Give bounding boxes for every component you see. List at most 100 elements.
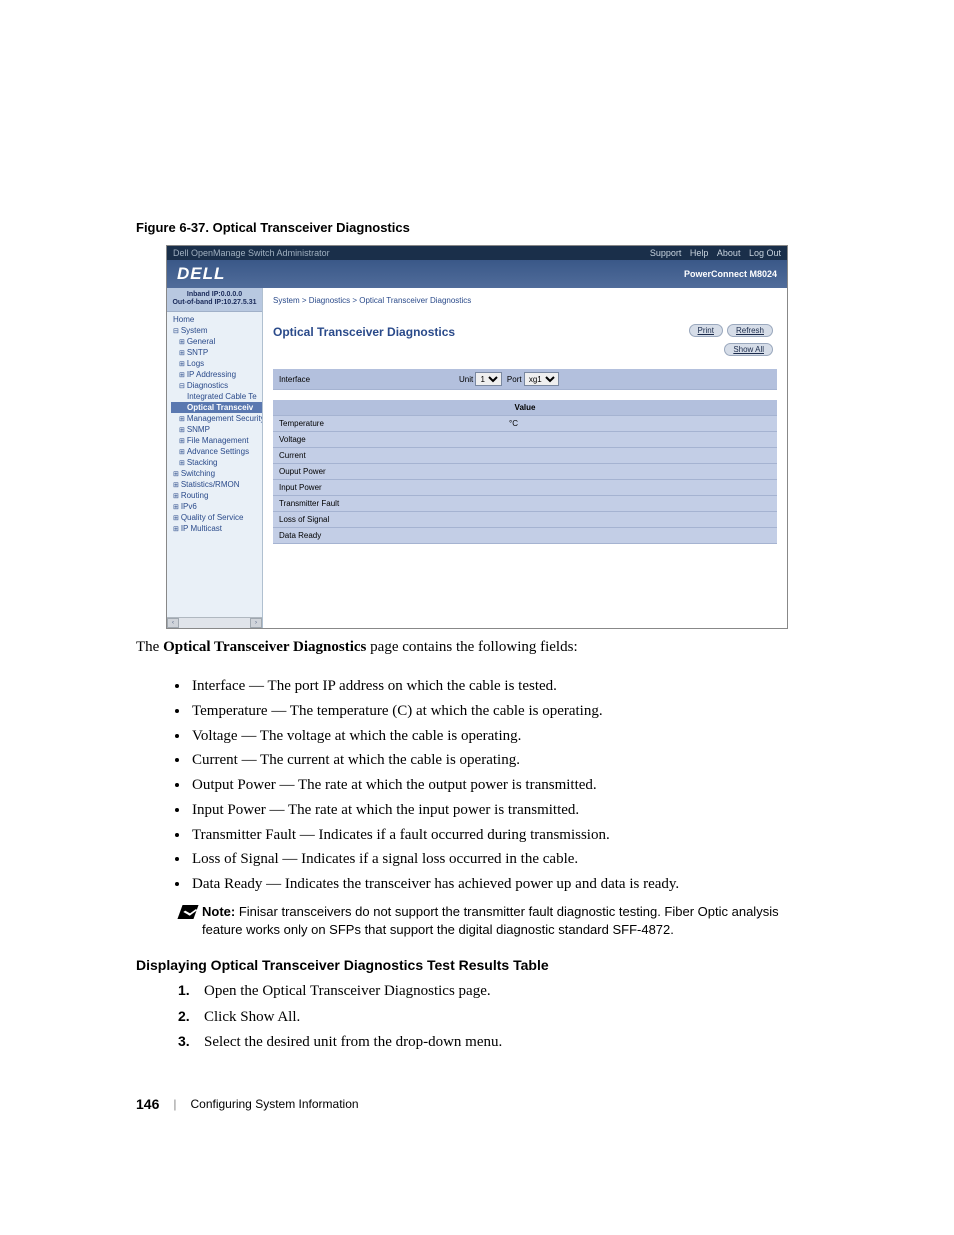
list-item: Voltage — The voltage at which the cable… bbox=[190, 724, 818, 749]
sidebar: Inband IP:0.0.0.0 Out-of-band IP:10.27.5… bbox=[167, 288, 263, 628]
tree-node[interactable]: IP Multicast bbox=[171, 523, 262, 534]
value-header: Value bbox=[273, 400, 777, 416]
sidebar-scrollbar[interactable]: ‹ › bbox=[167, 617, 262, 628]
field-name: Output Power — bbox=[192, 777, 298, 793]
row-key: Input Power bbox=[279, 483, 459, 492]
table-row: Voltage bbox=[273, 432, 777, 448]
tree-node[interactable]: Routing bbox=[171, 490, 262, 501]
list-item: Transmitter Fault — Indicates if a fault… bbox=[190, 823, 818, 848]
row-key: Data Ready bbox=[279, 531, 459, 540]
breadcrumb: System > Diagnostics > Optical Transceiv… bbox=[273, 292, 777, 315]
row-key: Voltage bbox=[279, 435, 459, 444]
field-desc: — The temperature (C) at which the cable… bbox=[268, 703, 603, 719]
scroll-left-icon[interactable]: ‹ bbox=[167, 618, 179, 628]
port-label: Port bbox=[507, 375, 522, 384]
intro-text: The Optical Transceiver Diagnostics page… bbox=[136, 635, 818, 659]
field-desc: — The current at which the cable is oper… bbox=[238, 752, 520, 768]
tree-node[interactable]: Advance Settings bbox=[171, 446, 262, 457]
table-row: Data Ready bbox=[273, 528, 777, 544]
app-title: Dell OpenManage Switch Administrator bbox=[173, 248, 330, 258]
logo-bar: DELL PowerConnect M8024 bbox=[167, 260, 787, 288]
table-row: Loss of Signal bbox=[273, 512, 777, 528]
fields-list: Interface — The port IP address on which… bbox=[136, 674, 818, 897]
field-name: Data Ready bbox=[192, 876, 262, 892]
tree-node[interactable]: Management Security bbox=[171, 413, 262, 424]
main-panel: System > Diagnostics > Optical Transceiv… bbox=[263, 288, 787, 628]
table-row: Transmitter Fault bbox=[273, 496, 777, 512]
step-item: Open the Optical Transceiver Diagnostics… bbox=[184, 979, 818, 1005]
row-key: Temperature bbox=[279, 419, 459, 428]
list-item: Input Power — The rate at which the inpu… bbox=[190, 798, 818, 823]
tree-node[interactable]: Statistics/RMON bbox=[171, 479, 262, 490]
unit-select[interactable]: 1 bbox=[475, 372, 502, 386]
section-heading: Displaying Optical Transceiver Diagnosti… bbox=[136, 957, 818, 973]
note-icon bbox=[177, 905, 198, 919]
field-name: Transmitter Fault — bbox=[192, 827, 319, 843]
tree-node[interactable]: SNMP bbox=[171, 424, 262, 435]
port-select[interactable]: xg1 bbox=[524, 372, 559, 386]
tree-node[interactable]: File Management bbox=[171, 435, 262, 446]
field-desc: The rate at which the output power is tr… bbox=[298, 777, 597, 793]
unit-label: Unit bbox=[459, 375, 473, 384]
field-desc: — The port IP address on which the cable… bbox=[245, 678, 557, 694]
print-button[interactable]: Print bbox=[689, 324, 723, 337]
row-key: Ouput Power bbox=[279, 467, 459, 476]
note-text: Finisar transceivers do not support the … bbox=[202, 904, 779, 937]
help-link[interactable]: Help bbox=[690, 248, 709, 258]
tree-node[interactable]: Switching bbox=[171, 468, 262, 479]
field-name: Temperature bbox=[192, 703, 268, 719]
dell-logo: DELL bbox=[177, 264, 225, 284]
row-value: °C bbox=[509, 419, 518, 428]
field-desc: The rate at which the input power is tra… bbox=[288, 802, 579, 818]
logout-link[interactable]: Log Out bbox=[749, 248, 781, 258]
product-name: PowerConnect M8024 bbox=[684, 269, 777, 279]
field-name: Current bbox=[192, 752, 238, 768]
page-footer: 146 | Configuring System Information bbox=[136, 1096, 818, 1112]
ip-box: Inband IP:0.0.0.0 Out-of-band IP:10.27.5… bbox=[167, 288, 262, 312]
list-item: Output Power — The rate at which the out… bbox=[190, 773, 818, 798]
tree-node[interactable]: System bbox=[171, 325, 262, 336]
list-item: Data Ready — Indicates the transceiver h… bbox=[190, 872, 818, 897]
figure-caption: Figure 6-37. Optical Transceiver Diagnos… bbox=[136, 220, 818, 235]
tree-node[interactable]: General bbox=[171, 336, 262, 347]
topbar-links: Support Help About Log Out bbox=[644, 248, 781, 258]
tree-node[interactable]: SNTP bbox=[171, 347, 262, 358]
tree-node[interactable]: Home bbox=[171, 314, 262, 325]
support-link[interactable]: Support bbox=[650, 248, 682, 258]
value-rows: Temperature °C Voltage Current Ouput Power In… bbox=[273, 416, 777, 544]
tree-node[interactable]: Stacking bbox=[171, 457, 262, 468]
table-row: Temperature °C bbox=[273, 416, 777, 432]
show-all-button[interactable]: Show All bbox=[724, 343, 773, 356]
tree-node[interactable]: Integrated Cable Te bbox=[171, 391, 262, 402]
field-desc: — Indicates the transceiver has achieved… bbox=[262, 876, 679, 892]
about-link[interactable]: About bbox=[717, 248, 741, 258]
tree-node[interactable]: Optical Transceiv bbox=[171, 402, 262, 413]
field-desc: — Indicates if a signal loss occurred in… bbox=[279, 851, 578, 867]
row-key: Current bbox=[279, 451, 459, 460]
table-row: Ouput Power bbox=[273, 464, 777, 480]
table-row: Current bbox=[273, 448, 777, 464]
table-row: Input Power bbox=[273, 480, 777, 496]
field-name: Interface bbox=[192, 678, 245, 694]
app-screenshot: Dell OpenManage Switch Administrator Sup… bbox=[166, 245, 788, 629]
tree-node[interactable]: IPv6 bbox=[171, 501, 262, 512]
steps-list: Open the Optical Transceiver Diagnostics… bbox=[136, 979, 818, 1056]
field-name: Input Power — bbox=[192, 802, 288, 818]
tree-node[interactable]: Diagnostics bbox=[171, 380, 262, 391]
step-item: Click Show All. bbox=[184, 1005, 818, 1031]
inband-ip: Inband IP:0.0.0.0 bbox=[171, 291, 258, 299]
interface-label: Interface bbox=[279, 375, 459, 384]
page-number: 146 bbox=[136, 1096, 159, 1112]
step-item: Select the desired unit from the drop-do… bbox=[184, 1030, 818, 1056]
outband-ip: Out-of-band IP:10.27.5.31 bbox=[171, 299, 258, 307]
tree-node[interactable]: IP Addressing bbox=[171, 369, 262, 380]
field-name: Loss of Signal bbox=[192, 851, 279, 867]
tree-node[interactable]: Logs bbox=[171, 358, 262, 369]
field-name: Voltage bbox=[192, 728, 238, 744]
scroll-right-icon[interactable]: › bbox=[250, 618, 262, 628]
list-item: Temperature — The temperature (C) at whi… bbox=[190, 699, 818, 724]
row-key: Transmitter Fault bbox=[279, 499, 459, 508]
nav-tree[interactable]: HomeSystemGeneralSNTPLogsIP AddressingDi… bbox=[167, 312, 262, 536]
tree-node[interactable]: Quality of Service bbox=[171, 512, 262, 523]
refresh-button[interactable]: Refresh bbox=[727, 324, 773, 337]
